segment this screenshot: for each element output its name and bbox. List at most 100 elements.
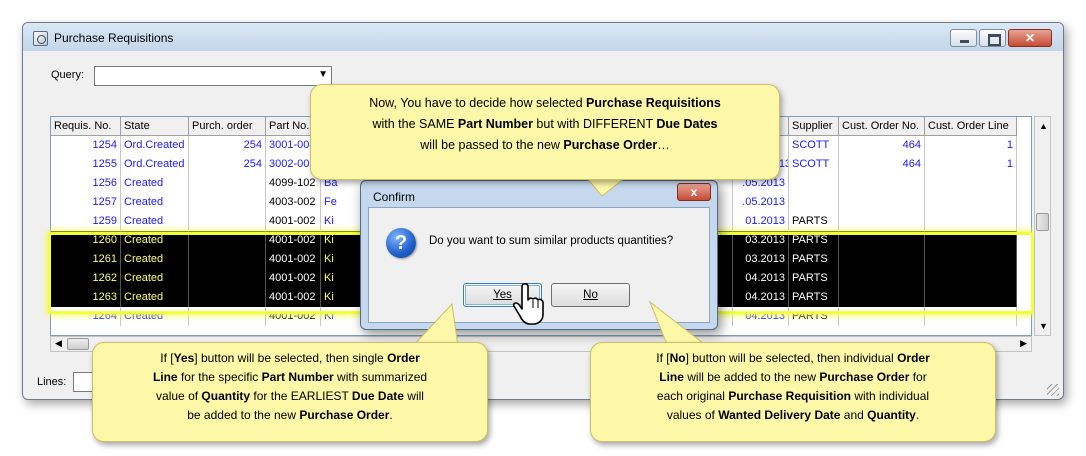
cell-supplier[interactable]: PARTS — [789, 231, 839, 250]
cell-state[interactable]: Created — [121, 174, 189, 193]
cell-state[interactable]: Created — [121, 250, 189, 269]
cell-supplier[interactable]: SCOTT — [789, 136, 839, 155]
cell-req[interactable]: 1257 — [51, 193, 121, 212]
scroll-up-icon[interactable]: ▲ — [1039, 121, 1048, 131]
maximize-button[interactable] — [979, 29, 1006, 47]
cell-part[interactable]: 4099-102 — [266, 174, 321, 193]
cell-po[interactable] — [189, 250, 266, 269]
header-purch-order[interactable]: Purch. order — [189, 117, 266, 136]
cell-cust[interactable] — [839, 250, 925, 269]
cell-supplier[interactable] — [789, 193, 839, 212]
text: Quantity — [867, 408, 916, 422]
cell-cust[interactable] — [839, 174, 925, 193]
cell-req[interactable]: 1261 — [51, 250, 121, 269]
cell-part[interactable]: 4001-002 — [266, 231, 321, 250]
cell-po[interactable] — [189, 174, 266, 193]
cell-part[interactable]: 4003-002 — [266, 193, 321, 212]
scroll-right-icon[interactable]: ▶ — [1020, 338, 1027, 349]
cell-state[interactable]: Created — [121, 231, 189, 250]
cell-due[interactable]: 01.2013 — [733, 212, 789, 231]
cell-supplier[interactable]: PARTS — [789, 250, 839, 269]
resize-grip-icon[interactable] — [1047, 384, 1059, 396]
cell-state[interactable]: Created — [121, 307, 189, 326]
cell-cust[interactable] — [839, 212, 925, 231]
hscroll-thumb[interactable] — [67, 338, 89, 350]
cell-state[interactable]: Created — [121, 288, 189, 307]
cell-supplier[interactable]: PARTS — [789, 269, 839, 288]
cell-cust[interactable] — [839, 231, 925, 250]
cell-due[interactable]: .05.2013 — [733, 193, 789, 212]
cell-due[interactable]: 03.2013 — [733, 231, 789, 250]
cell-supplier[interactable]: PARTS — [789, 307, 839, 326]
cell-po[interactable] — [189, 212, 266, 231]
cell-req[interactable]: 1254 — [51, 136, 121, 155]
header-cust-order-line[interactable]: Cust. Order Line — [925, 117, 1017, 136]
scroll-thumb[interactable] — [1036, 213, 1049, 231]
cell-po[interactable] — [189, 193, 266, 212]
minimize-button[interactable] — [950, 29, 977, 47]
cell-due[interactable]: 04.2013 — [733, 269, 789, 288]
cell-line[interactable] — [925, 269, 1017, 288]
cell-due[interactable]: 03.2013 — [733, 250, 789, 269]
header-requis-no[interactable]: Requis. No. — [51, 117, 121, 136]
scroll-down-icon[interactable]: ▼ — [1039, 321, 1048, 331]
cell-line[interactable] — [925, 250, 1017, 269]
cell-part[interactable]: 4001-002 — [266, 212, 321, 231]
cell-req[interactable]: 1256 — [51, 174, 121, 193]
cell-req[interactable]: 1255 — [51, 155, 121, 174]
cell-line[interactable] — [925, 231, 1017, 250]
cell-line[interactable] — [925, 212, 1017, 231]
cell-state[interactable]: Ord.Created — [121, 136, 189, 155]
cell-po[interactable] — [189, 307, 266, 326]
cell-supplier[interactable]: PARTS — [789, 212, 839, 231]
cell-supplier[interactable] — [789, 174, 839, 193]
scroll-left-icon[interactable]: ◀ — [55, 338, 62, 349]
cell-supplier[interactable]: PARTS — [789, 288, 839, 307]
cell-state[interactable]: Created — [121, 269, 189, 288]
text: with summarized — [333, 370, 428, 384]
cell-req[interactable]: 1263 — [51, 288, 121, 307]
cell-state[interactable]: Created — [121, 193, 189, 212]
cell-req[interactable]: 1264 — [51, 307, 121, 326]
cell-line[interactable] — [925, 193, 1017, 212]
cell-state[interactable]: Ord.Created — [121, 155, 189, 174]
close-window-button[interactable] — [1008, 29, 1052, 47]
cell-line[interactable] — [925, 307, 1017, 326]
title-bar[interactable]: Purchase Requisitions — [23, 23, 1063, 51]
cell-po[interactable]: 254 — [189, 155, 266, 174]
header-supplier[interactable]: Supplier — [789, 117, 839, 136]
cell-part[interactable]: 4001-002 — [266, 269, 321, 288]
cell-po[interactable] — [189, 231, 266, 250]
cell-cust[interactable]: 464 — [839, 136, 925, 155]
cell-line[interactable]: 1 — [925, 136, 1017, 155]
cell-req[interactable]: 1259 — [51, 212, 121, 231]
header-cust-order-no[interactable]: Cust. Order No. — [839, 117, 925, 136]
query-combo[interactable]: ▼ — [94, 66, 332, 86]
vertical-scrollbar[interactable]: ▲ ▼ — [1034, 116, 1051, 336]
cell-po[interactable] — [189, 288, 266, 307]
cell-line[interactable]: 1 — [925, 155, 1017, 174]
cell-part[interactable]: 4001-002 — [266, 288, 321, 307]
chevron-down-icon[interactable]: ▼ — [318, 69, 328, 80]
cell-req[interactable]: 1262 — [51, 269, 121, 288]
cell-req[interactable]: 1260 — [51, 231, 121, 250]
cell-supplier[interactable]: SCOTT — [789, 155, 839, 174]
query-label: Query: — [51, 69, 85, 81]
cell-line[interactable] — [925, 288, 1017, 307]
cell-part[interactable]: 4001-002 — [266, 307, 321, 326]
dialog-close-button[interactable]: x — [677, 183, 711, 201]
cell-due[interactable]: 04.2013 — [733, 307, 789, 326]
cell-cust[interactable]: 464 — [839, 155, 925, 174]
cell-due[interactable]: 04.2013 — [733, 288, 789, 307]
cell-cust[interactable] — [839, 269, 925, 288]
cell-po[interactable]: 254 — [189, 136, 266, 155]
cell-cust[interactable] — [839, 307, 925, 326]
cell-line[interactable] — [925, 174, 1017, 193]
cell-part[interactable]: 4001-002 — [266, 250, 321, 269]
header-state[interactable]: State — [121, 117, 189, 136]
cell-cust[interactable] — [839, 193, 925, 212]
cell-po[interactable] — [189, 269, 266, 288]
no-button[interactable]: No — [551, 283, 630, 307]
cell-state[interactable]: Created — [121, 212, 189, 231]
cell-cust[interactable] — [839, 288, 925, 307]
